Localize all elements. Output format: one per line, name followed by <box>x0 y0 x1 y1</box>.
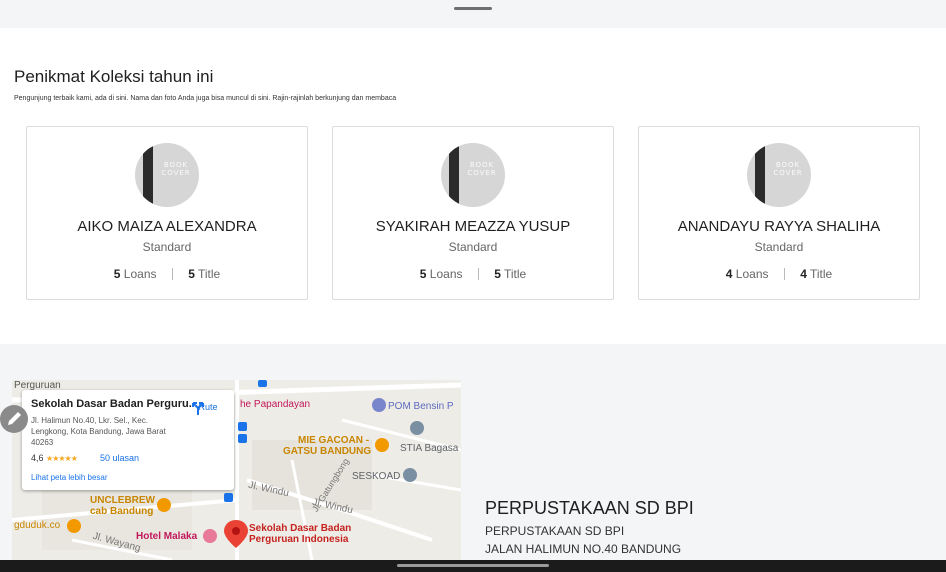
map-label-unclebrew-1: UNCLEBREW <box>90 495 155 506</box>
stats-divider <box>171 268 173 280</box>
larger-map-link[interactable]: Lihat peta lebih besar <box>31 473 108 482</box>
titles-label: Title <box>504 267 527 281</box>
map-label-gduduk: gduduk.co <box>14 520 61 531</box>
section-subtitle: Pengunjung terbaik kami, ada di sini. Na… <box>14 95 397 102</box>
map-label-hotel-malaka: Hotel Malaka <box>136 531 198 542</box>
map-label-school-1: Sekolah Dasar Badan <box>249 523 352 534</box>
loans-count: 5 <box>419 267 427 281</box>
loans-label: Loans <box>735 267 769 281</box>
member-level: Standard <box>754 240 804 254</box>
place-rating: 4,6 ★★★★★ <box>31 453 78 463</box>
rating-value: 4,6 <box>31 453 44 463</box>
map-label-unclebrew-2: cab Bandung <box>90 506 154 517</box>
place-title: Sekolah Dasar Badan Perguru... <box>31 398 198 410</box>
section-title: Penikmat Koleksi tahun ini <box>14 67 214 86</box>
map-place-card: Sekolah Dasar Badan Perguru... Jl. Halim… <box>22 390 234 490</box>
avatar-cover-text: BOOK COVER <box>773 161 803 177</box>
rating-stars-icon: ★★★★★ <box>46 454 78 463</box>
map-label-mie-gacoan-2: GATSU BANDUNG <box>283 446 372 457</box>
titles-count: 5 <box>494 267 501 281</box>
avatar-cover-text: BOOK COVER <box>161 161 191 177</box>
member-stats: 5 Loans 5 Title <box>333 267 613 281</box>
map-label-mie-gacoan-1: MIE GACOAN - <box>298 435 370 446</box>
member-stats: 5 Loans 5 Title <box>27 267 307 281</box>
map-label-pom-bensin: POM Bensin P <box>388 401 454 412</box>
loans-label: Loans <box>429 267 463 281</box>
member-avatar: BOOK COVER <box>135 143 199 207</box>
reviews-link[interactable]: 50 ulasan <box>100 453 139 463</box>
member-card[interactable]: BOOK COVER ANANDAYU RAYYA SHALIHA Standa… <box>638 126 920 300</box>
drag-handle[interactable] <box>454 7 492 10</box>
member-avatar: BOOK COVER <box>747 143 811 207</box>
avatar-cover-text: BOOK COVER <box>467 161 497 177</box>
titles-count: 4 <box>800 267 807 281</box>
library-address: JALAN HALIMUN NO.40 BANDUNG <box>485 542 682 556</box>
pencil-icon <box>8 412 21 425</box>
member-avatar: BOOK COVER <box>441 143 505 207</box>
book-spine <box>449 143 459 207</box>
system-nav-bar <box>0 560 946 572</box>
book-spine <box>755 143 765 207</box>
place-address: Jl. Halimun No.40, Lkr. Sel., Kec. Lengk… <box>31 416 166 447</box>
home-gesture-handle[interactable] <box>397 564 549 567</box>
map-label-stia: STIA Bagasa <box>400 443 459 454</box>
map-label-papandayan: he Papandayan <box>240 399 311 410</box>
loans-count: 5 <box>113 267 121 281</box>
member-name: ANANDAYU RAYYA SHALIHA <box>677 218 881 235</box>
titles-count: 5 <box>188 267 195 281</box>
map-label-seskoad: SESKOAD <box>352 471 401 482</box>
top-sheet-bar <box>0 0 946 28</box>
directions-icon <box>192 402 204 415</box>
book-spine <box>143 143 153 207</box>
loans-label: Loans <box>123 267 157 281</box>
member-level: Standard <box>448 240 498 254</box>
member-stats: 4 Loans 4 Title <box>639 267 919 281</box>
member-name: SYAKIRAH MEAZZA YUSUP <box>375 218 571 235</box>
library-name: PERPUSTAKAAN SD BPI <box>485 498 694 518</box>
stats-divider <box>783 268 785 280</box>
member-name: AIKO MAIZA ALEXANDRA <box>77 218 257 235</box>
titles-label: Title <box>198 267 221 281</box>
loans-count: 4 <box>725 267 733 281</box>
route-button[interactable]: Rute <box>190 400 226 415</box>
edit-fab[interactable] <box>0 405 28 433</box>
titles-label: Title <box>810 267 833 281</box>
location-section: Perguruan he Papandayan POM Bensin P MIE… <box>0 344 946 560</box>
map-label-school-2: Perguruan Indonesia <box>249 534 349 545</box>
embedded-map[interactable]: Perguruan he Papandayan POM Bensin P MIE… <box>12 380 461 560</box>
member-card[interactable]: BOOK COVER AIKO MAIZA ALEXANDRA Standard… <box>26 126 308 300</box>
stats-divider <box>477 268 479 280</box>
library-line-1: PERPUSTAKAAN SD BPI <box>485 524 625 538</box>
member-level: Standard <box>142 240 192 254</box>
top-members-section: Penikmat Koleksi tahun ini Pengunjung te… <box>0 28 946 344</box>
member-card[interactable]: BOOK COVER SYAKIRAH MEAZZA YUSUP Standar… <box>332 126 614 300</box>
